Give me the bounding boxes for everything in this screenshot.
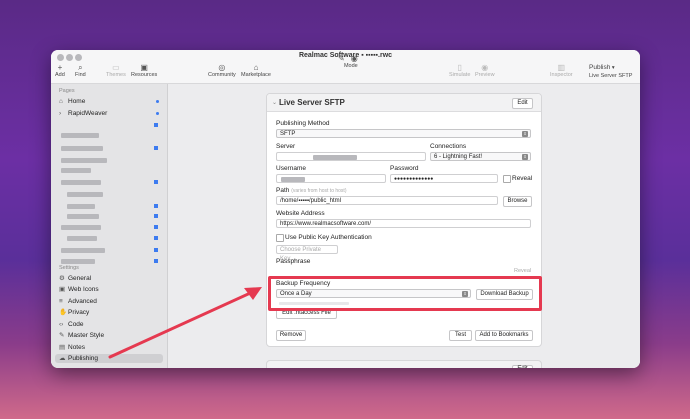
arrow-line bbox=[108, 288, 259, 359]
annotation-arrow bbox=[108, 287, 262, 359]
